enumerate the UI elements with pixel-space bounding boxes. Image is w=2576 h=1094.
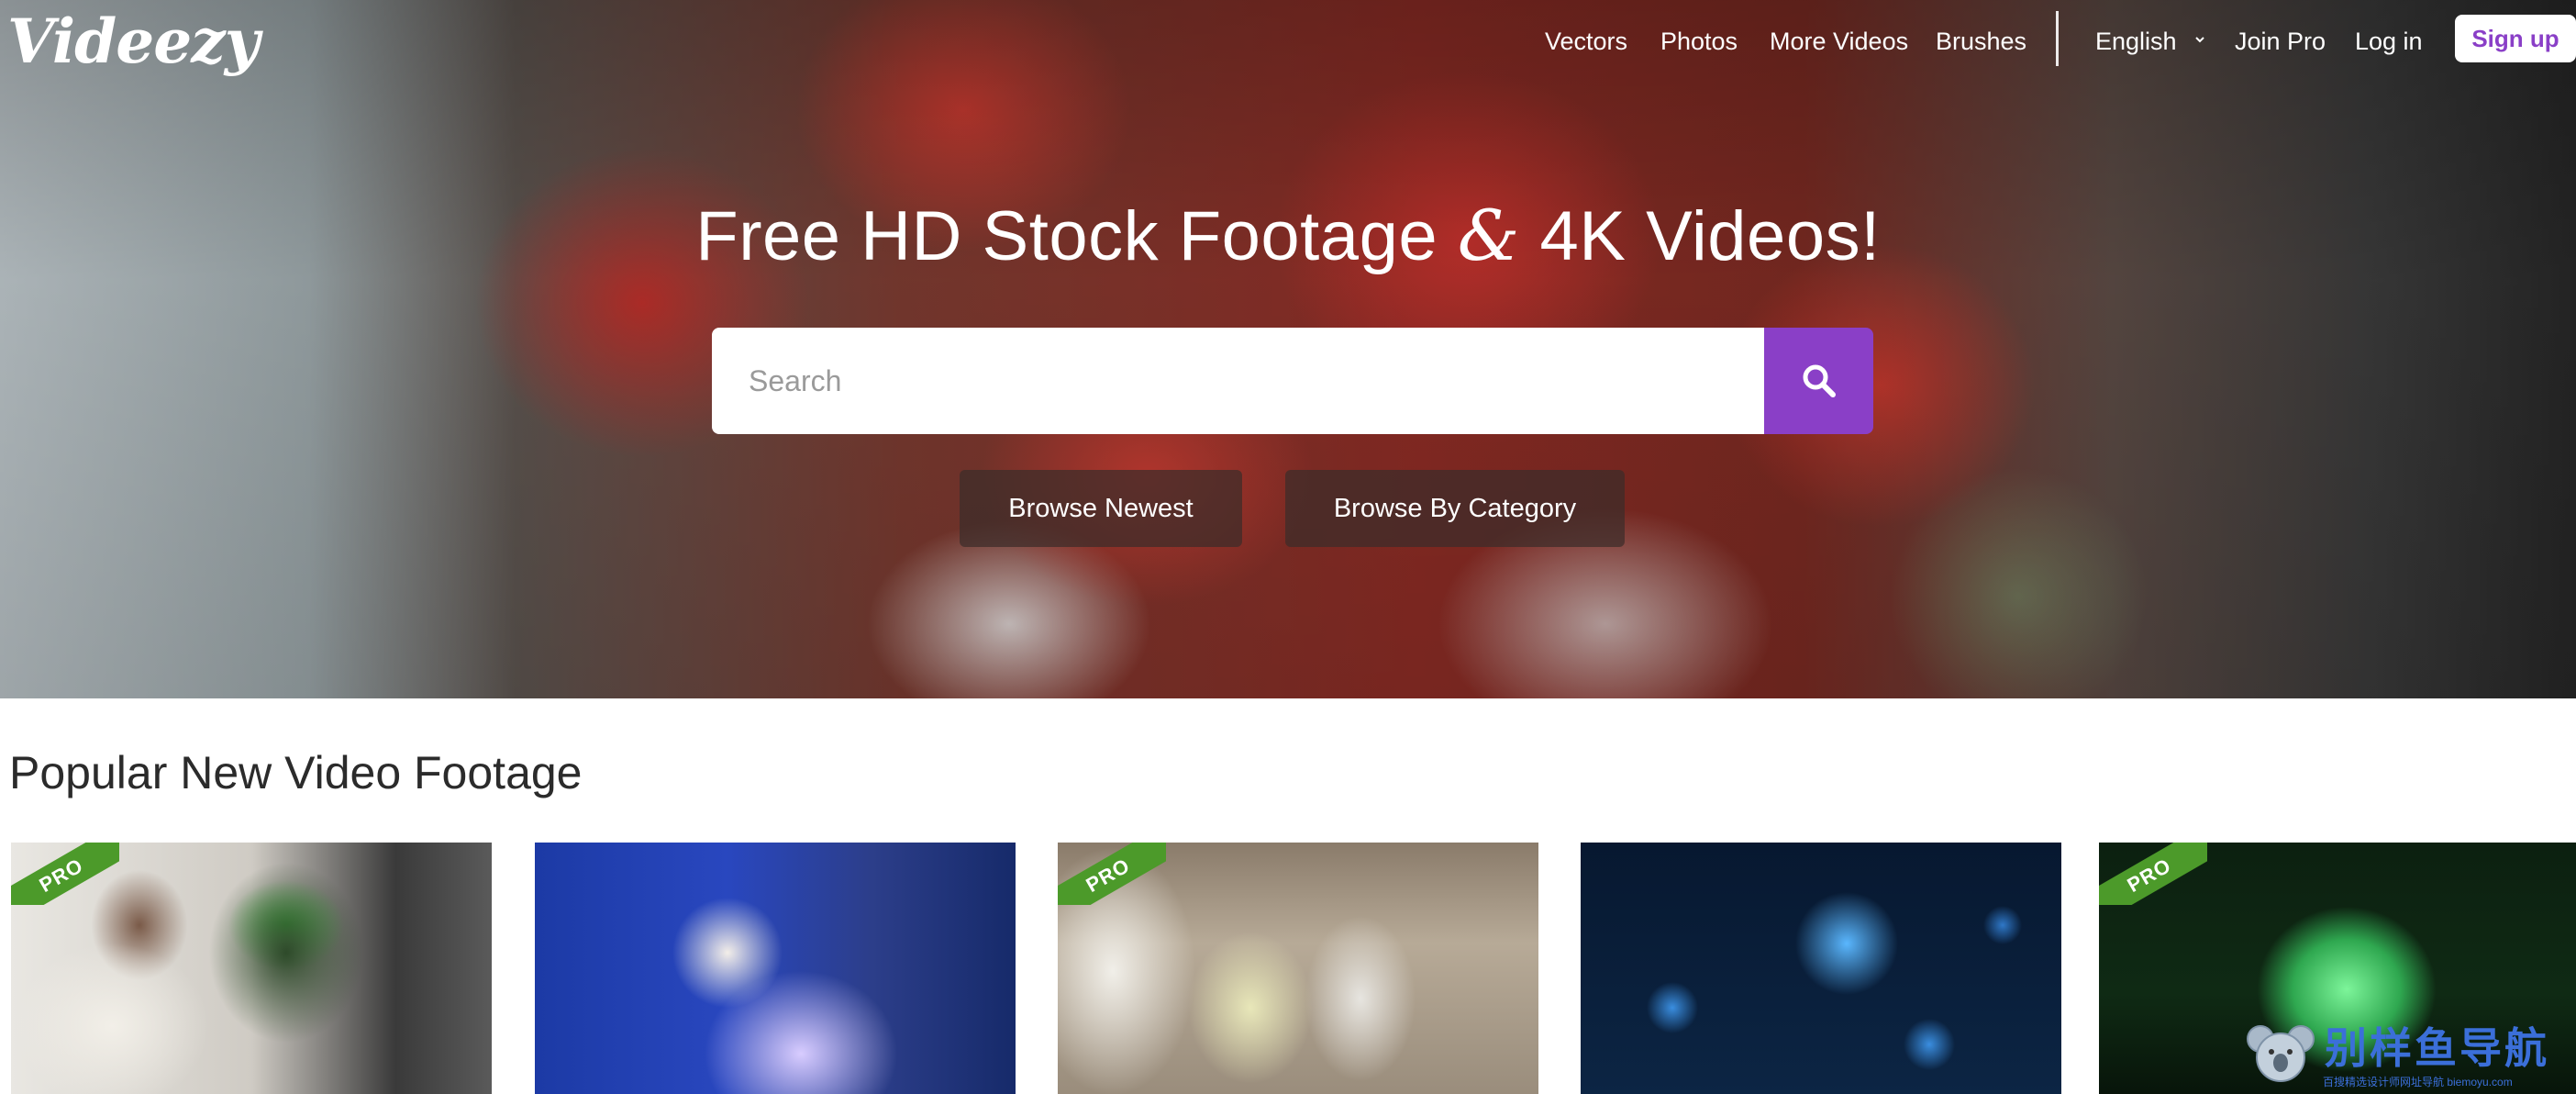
- video-thumbnail[interactable]: [1581, 843, 2061, 1094]
- search-icon: [1803, 364, 1836, 397]
- headline-amp: &: [1457, 195, 1520, 276]
- video-thumbnail[interactable]: [535, 843, 1016, 1094]
- browse-newest-button[interactable]: Browse Newest: [960, 470, 1242, 547]
- koala-icon: [2247, 1025, 2315, 1082]
- headline-part1: Free HD Stock Footage: [695, 197, 1438, 275]
- watermark: 别样鱼导航 百搜精选设计师网址导航 biemoyu.com: [2238, 1013, 2569, 1094]
- nav-brushes[interactable]: Brushes: [1936, 28, 2026, 56]
- video-thumbnail[interactable]: PRO: [1058, 843, 1538, 1094]
- nav-join-pro[interactable]: Join Pro: [2235, 28, 2326, 56]
- headline-part2: 4K Videos!: [1539, 197, 1881, 275]
- hero-headline: Free HD Stock Footage & 4K Videos!: [0, 195, 2576, 276]
- language-label: English: [2095, 28, 2177, 55]
- hero-banner: Videezy Vectors Photos More Videos Brush…: [0, 0, 2576, 698]
- pro-badge: PRO: [2099, 843, 2207, 905]
- language-selector[interactable]: English: [2095, 28, 2205, 56]
- search-input[interactable]: [749, 328, 1764, 434]
- pro-badge: PRO: [1058, 843, 1166, 905]
- watermark-text: 别样鱼导航: [2325, 1024, 2549, 1072]
- nav-more-videos[interactable]: More Videos: [1770, 28, 1908, 56]
- browse-by-category-button[interactable]: Browse By Category: [1285, 470, 1625, 547]
- watermark-subtext: 百搜精选设计师网址导航 biemoyu.com: [2323, 1076, 2513, 1088]
- nav-photos[interactable]: Photos: [1660, 28, 1738, 56]
- section-title: Popular New Video Footage: [9, 747, 583, 798]
- sign-up-button[interactable]: Sign up: [2455, 15, 2576, 62]
- search-button[interactable]: [1764, 328, 1873, 434]
- nav-log-in[interactable]: Log in: [2355, 28, 2423, 56]
- videezy-logo[interactable]: Videezy: [7, 6, 260, 77]
- nav-divider: [2056, 11, 2059, 66]
- nav-vectors[interactable]: Vectors: [1545, 28, 1627, 56]
- pro-badge: PRO: [11, 843, 119, 905]
- search-box: [712, 328, 1764, 434]
- video-thumbnail[interactable]: PRO: [11, 843, 492, 1094]
- chevron-down-icon: [2195, 37, 2204, 43]
